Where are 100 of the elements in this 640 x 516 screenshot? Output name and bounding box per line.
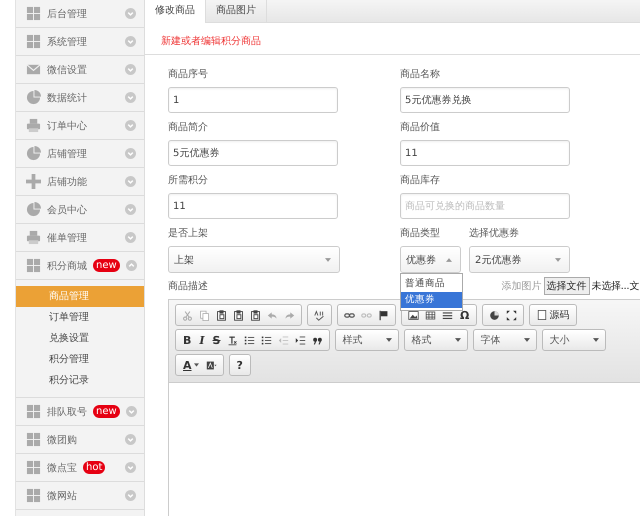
submenu-item[interactable]: 订单管理 [16, 307, 144, 328]
sidebar-item-label: 订单中心 [47, 120, 87, 132]
grid-icon [26, 404, 41, 419]
tab[interactable]: 商品图片 [206, 0, 267, 22]
chevron-icon [125, 36, 136, 47]
field-label: 商品名称 [400, 68, 441, 81]
sidebar-item-label: 积分商城 [47, 260, 87, 272]
input-field[interactable]: 1 [168, 87, 338, 113]
select-field[interactable]: 2元优惠券 [469, 246, 570, 273]
field-label: 商品描述 [168, 280, 208, 293]
table-icon[interactable] [425, 310, 436, 320]
sidebar-item-label: 微信设置 [47, 64, 87, 76]
sidebar-item[interactable]: 积分商城 new [16, 252, 144, 280]
chevron-icon [126, 406, 137, 417]
sidebar-item[interactable]: 店铺管理 [16, 140, 144, 168]
sidebar-item[interactable]: 系统管理 [16, 28, 144, 56]
plus-icon [26, 174, 41, 189]
select-field[interactable]: 优惠券 [400, 246, 461, 273]
toolbar-button[interactable]: I [196, 334, 208, 346]
caret-icon [455, 338, 462, 342]
spell-icon[interactable] [314, 310, 325, 320]
sidebar-item[interactable]: 微网站 [16, 482, 144, 510]
preview-icon[interactable] [489, 310, 500, 320]
sidebar-item[interactable]: 后台管理 [16, 0, 144, 28]
sidebar-item[interactable]: 微点宝 hot [16, 454, 144, 482]
pie-chart-icon [26, 90, 41, 105]
input-field[interactable]: 11 [168, 193, 338, 219]
toolbar-button[interactable]: B [180, 334, 194, 346]
ulist-icon[interactable] [261, 334, 272, 346]
sidebar-item[interactable]: 店铺功能 [16, 168, 144, 196]
submenu-item[interactable]: 兑换设置 [16, 328, 144, 349]
chevron-icon [125, 92, 136, 103]
sidebar-item-label: 系统管理 [47, 36, 87, 48]
indent-icon[interactable] [295, 334, 306, 346]
caret-icon [555, 258, 561, 262]
sidebar-item-label: 微网站 [47, 490, 77, 502]
field-label: 商品类型 [400, 226, 441, 240]
field-label: 商品简介 [168, 120, 209, 134]
bgcolor-icon[interactable] [206, 360, 217, 370]
sidebar-item[interactable]: 催单管理 [16, 224, 144, 252]
tab[interactable]: 修改商品 [145, 0, 206, 23]
flag-icon[interactable] [378, 310, 389, 320]
input-field[interactable]: 商品可兑换的商品数量 [400, 193, 570, 219]
add-image-label: 添加图片 [502, 280, 542, 293]
sidebar-item[interactable]: 数据统计 [16, 84, 144, 112]
input-field[interactable]: 5元优惠券兑换 [400, 87, 570, 113]
paste-icon[interactable] [250, 310, 261, 320]
caret-icon [194, 363, 199, 367]
submenu-item[interactable]: 积分记录 [16, 370, 144, 391]
grid-icon [26, 258, 41, 273]
printer-icon [26, 118, 41, 133]
clear-icon[interactable] [227, 334, 238, 346]
input-field[interactable]: 5元优惠券 [168, 140, 338, 166]
field-label: 商品库存 [400, 174, 441, 187]
sidebar-item-label: 数据统计 [47, 92, 87, 104]
grid-icon [26, 432, 41, 447]
caret-icon [593, 338, 600, 342]
chevron-icon [125, 148, 136, 159]
sidebar-item[interactable]: 订单中心 [16, 112, 144, 140]
paste-icon[interactable] [216, 310, 227, 320]
field-label: 商品序号 [168, 68, 209, 81]
submenu-item[interactable]: 积分管理 [16, 349, 144, 370]
grid-icon [26, 34, 41, 49]
sidebar-item-label: 微团购 [47, 434, 77, 446]
dropdown-option[interactable]: 优惠券 [401, 292, 462, 308]
document-icon [537, 310, 548, 320]
chevron-icon [125, 176, 136, 187]
notice-text: 新建或者编辑积分商品 [145, 23, 640, 55]
sidebar-item[interactable]: 会员中心 [16, 196, 144, 224]
field-label: 选择优惠券 [469, 226, 520, 240]
chevron-icon [125, 8, 136, 19]
dropdown-option[interactable]: 普通商品 [401, 276, 462, 292]
sidebar-item[interactable]: 微团购 [16, 426, 144, 454]
olist-icon[interactable] [244, 334, 256, 346]
paste-icon[interactable] [233, 310, 244, 320]
sidebar-item-label: 催单管理 [47, 232, 87, 244]
rule-icon[interactable] [442, 310, 453, 320]
sidebar-item-label: 店铺管理 [47, 148, 87, 160]
maximize-icon[interactable] [506, 310, 518, 320]
badge: new [93, 405, 120, 418]
sidebar-item-label: 排队取号 [47, 406, 87, 418]
envelope-icon [26, 62, 41, 77]
chevron-icon [125, 64, 136, 75]
choose-file-button[interactable]: 选择文件 [544, 277, 590, 295]
chevron-icon [125, 462, 136, 473]
sidebar-item-label: 店铺功能 [47, 176, 87, 188]
field-label: 所需积分 [168, 174, 209, 187]
chevron-icon [125, 232, 136, 243]
input-field[interactable]: 11 [400, 140, 570, 166]
image-icon[interactable] [408, 310, 419, 320]
toolbar-button[interactable]: S [210, 334, 224, 346]
toolbar-button[interactable]: Ω [457, 308, 472, 322]
select-field[interactable]: 上架 [168, 246, 340, 273]
printer-icon [26, 230, 41, 245]
badge: hot [83, 461, 106, 474]
sidebar-item[interactable]: 排队取号 new [16, 398, 144, 426]
chevron-icon [125, 434, 136, 445]
grid-icon [26, 488, 41, 503]
chevron-icon [125, 120, 136, 131]
sidebar-item[interactable]: 微信设置 [16, 56, 144, 84]
